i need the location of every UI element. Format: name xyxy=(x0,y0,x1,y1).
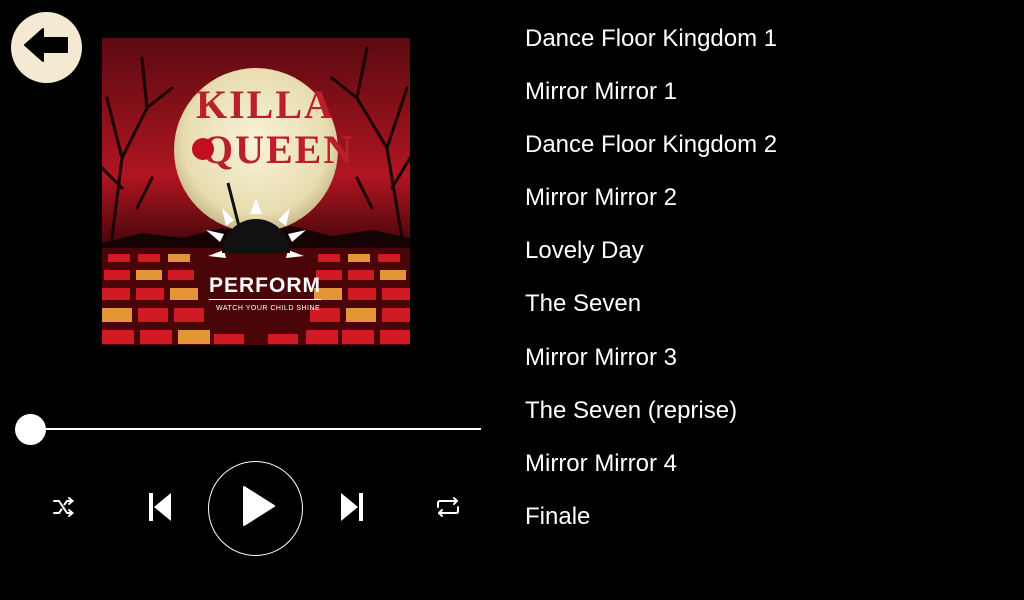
shuffle-icon xyxy=(52,496,76,523)
track-item[interactable]: Mirror Mirror 2 xyxy=(525,183,777,236)
back-button[interactable] xyxy=(11,12,82,83)
skip-next-icon xyxy=(339,492,365,527)
track-item[interactable]: Lovely Day xyxy=(525,236,777,289)
track-list: Dance Floor Kingdom 1 Mirror Mirror 1 Da… xyxy=(525,24,777,555)
seek-track[interactable] xyxy=(32,428,481,430)
seek-thumb[interactable] xyxy=(15,414,46,445)
track-item[interactable]: Finale xyxy=(525,502,777,555)
album-tagline: WATCH YOUR CHILD SHINE xyxy=(216,305,321,312)
track-item[interactable]: Dance Floor Kingdom 1 xyxy=(525,24,777,77)
previous-button[interactable] xyxy=(143,490,177,528)
track-item[interactable]: Mirror Mirror 3 xyxy=(525,343,777,396)
album-brand: PERFORM xyxy=(209,274,321,300)
seek-bar[interactable] xyxy=(15,412,481,446)
repeat-icon xyxy=(435,496,461,523)
shuffle-button[interactable] xyxy=(48,494,80,524)
album-title-line2: QUEEN xyxy=(202,127,355,172)
repeat-button[interactable] xyxy=(431,494,465,524)
album-cover: KILLA QUEEN PERFORM WATCH YOUR CHILD SHI… xyxy=(102,38,410,345)
track-item[interactable]: Mirror Mirror 4 xyxy=(525,449,777,502)
next-button[interactable] xyxy=(335,490,369,528)
album-title-line1: KILLA xyxy=(196,82,335,127)
skip-previous-icon xyxy=(147,492,173,527)
play-button[interactable] xyxy=(208,461,303,556)
track-item[interactable]: Dance Floor Kingdom 2 xyxy=(525,130,777,183)
track-item[interactable]: The Seven (reprise) xyxy=(525,396,777,449)
track-item[interactable]: The Seven xyxy=(525,289,777,342)
arrow-left-icon xyxy=(21,25,73,70)
track-item[interactable]: Mirror Mirror 1 xyxy=(525,77,777,130)
play-icon xyxy=(234,484,278,533)
apple-icon xyxy=(192,138,214,160)
